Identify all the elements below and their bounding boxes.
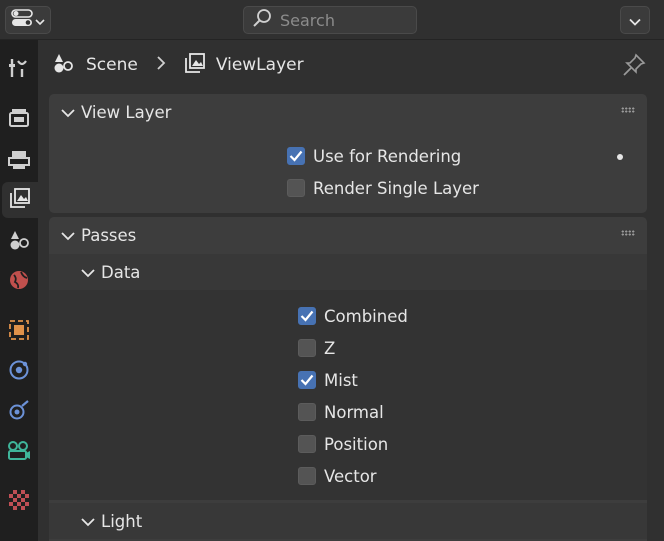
data-subpanel-header[interactable]: Data: [49, 254, 647, 290]
keyframe-dot-icon[interactable]: [617, 154, 623, 160]
drag-handle-icon[interactable]: [621, 107, 635, 113]
use-for-rendering-checkbox[interactable]: Use for Rendering: [287, 144, 461, 168]
pass-normal-checkbox[interactable]: Normal: [298, 400, 384, 424]
tab-view-layer[interactable]: [2, 182, 38, 218]
pass-vector-checkbox[interactable]: Vector: [298, 464, 377, 488]
checkbox-unchecked[interactable]: [298, 435, 316, 453]
tab-output[interactable]: [0, 144, 38, 180]
chevron-down-icon: [81, 263, 95, 282]
tool-icon: [8, 57, 30, 83]
object-icon: [8, 319, 30, 345]
render-single-layer-checkbox[interactable]: Render Single Layer: [287, 176, 479, 200]
light-subpanel-header[interactable]: Light: [49, 503, 647, 539]
checkbox-label: Combined: [324, 306, 408, 326]
panel-title: Passes: [81, 225, 137, 245]
render-icon: [8, 107, 30, 133]
pass-combined-checkbox[interactable]: Combined: [298, 304, 408, 328]
pass-mist-checkbox[interactable]: Mist: [298, 368, 358, 392]
chevron-down-icon: [81, 512, 95, 531]
breadcrumb-scene[interactable]: Scene: [86, 55, 138, 75]
view-layer-icon: [184, 52, 206, 79]
checkbox-label: Normal: [324, 402, 384, 422]
particles-icon: [8, 399, 30, 425]
search-field[interactable]: Search: [243, 6, 417, 34]
panel-title: View Layer: [81, 102, 172, 122]
checkbox-label: Z: [324, 338, 336, 358]
tab-texture[interactable]: [0, 484, 38, 520]
editor-type-icon: [11, 9, 33, 31]
checkbox-unchecked[interactable]: [298, 467, 316, 485]
chevron-right-icon: [156, 55, 166, 75]
tab-particles[interactable]: [0, 394, 38, 430]
search-placeholder: Search: [280, 10, 335, 30]
checkbox-label: Use for Rendering: [313, 146, 462, 166]
scene-icon: [52, 52, 76, 79]
output-icon: [8, 149, 30, 175]
pin-icon[interactable]: [622, 53, 646, 81]
search-icon: [252, 8, 272, 32]
checkbox-checked[interactable]: [287, 147, 305, 165]
tab-world[interactable]: [0, 264, 38, 300]
view-layer-panel: View Layer Use for Rendering Render Sing…: [49, 94, 647, 213]
chevron-down-icon: [629, 11, 641, 30]
chevron-down-icon: [61, 103, 75, 122]
checkbox-label: Vector: [324, 466, 377, 486]
pass-position-checkbox[interactable]: Position: [298, 432, 388, 456]
pass-z-checkbox[interactable]: Z: [298, 336, 335, 360]
breadcrumb: Scene ViewLayer: [52, 52, 304, 78]
checkbox-label: Mist: [324, 370, 358, 390]
properties-main: Scene ViewLayer View Layer Use for Rende…: [38, 40, 664, 541]
breadcrumb-view-layer[interactable]: ViewLayer: [216, 55, 304, 75]
options-dropdown-button[interactable]: [620, 6, 650, 34]
checkbox-checked[interactable]: [298, 307, 316, 325]
texture-icon: [9, 490, 29, 514]
view-layer-icon: [9, 187, 31, 213]
checkbox-label: Render Single Layer: [313, 178, 479, 198]
tab-object[interactable]: [0, 314, 38, 350]
drag-handle-icon[interactable]: [621, 230, 635, 236]
passes-panel: Passes Data Combined Z Mist Normal Posit…: [49, 217, 647, 541]
tab-tool[interactable]: [0, 52, 38, 88]
tab-scene[interactable]: [0, 224, 38, 260]
checkbox-unchecked[interactable]: [287, 179, 305, 197]
chevron-down-icon: [61, 226, 75, 245]
data-subpanel-body: Combined Z Mist Normal Position Vector: [49, 290, 647, 500]
tab-physics[interactable]: [0, 434, 38, 470]
subpanel-title: Data: [101, 262, 141, 282]
subpanel-title: Light: [101, 511, 143, 531]
view-layer-panel-header[interactable]: View Layer: [49, 94, 647, 130]
editor-type-button[interactable]: [5, 6, 51, 34]
checkbox-checked[interactable]: [298, 371, 316, 389]
passes-panel-header[interactable]: Passes: [49, 217, 647, 253]
properties-tab-strip: [0, 40, 38, 541]
chevron-down-icon: [35, 11, 45, 30]
tab-modifier[interactable]: [0, 354, 38, 390]
checkbox-unchecked[interactable]: [298, 339, 316, 357]
modifier-icon: [8, 359, 30, 385]
physics-icon: [7, 439, 31, 465]
checkbox-label: Position: [324, 434, 389, 454]
tab-render[interactable]: [0, 102, 38, 138]
properties-header: Search: [0, 0, 664, 40]
world-icon: [8, 269, 30, 295]
scene-icon: [8, 229, 30, 255]
checkbox-unchecked[interactable]: [298, 403, 316, 421]
